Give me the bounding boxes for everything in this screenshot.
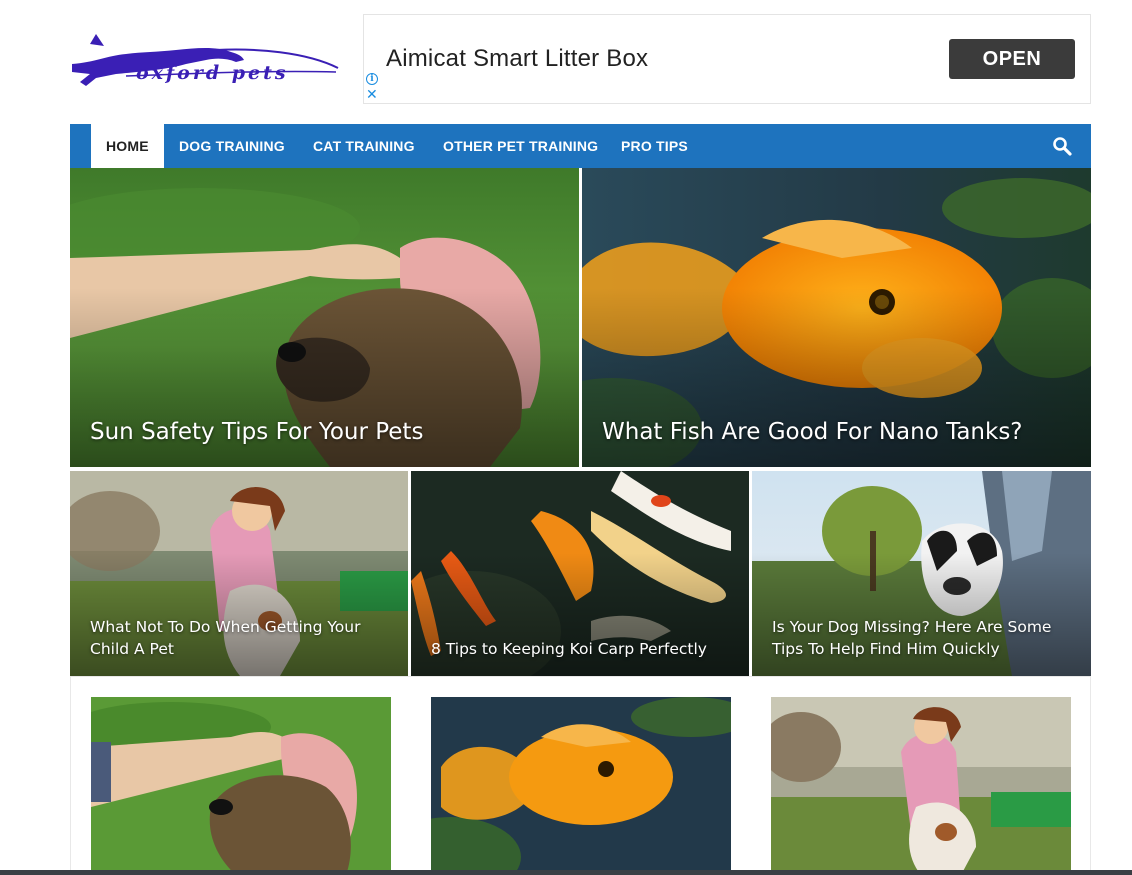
featured-post-sun-safety[interactable]: Sun Safety Tips For Your Pets [70, 168, 579, 467]
logo-text: oxford pets [136, 62, 289, 84]
bottom-scroll-bar [0, 870, 1132, 875]
dog-with-cap-photo [91, 697, 391, 875]
site-logo[interactable]: oxford pets [66, 28, 346, 92]
featured-post-child-pet[interactable]: What Not To Do When Getting Your Child A… [70, 471, 408, 676]
post-thumbnail[interactable] [91, 697, 391, 875]
post-thumbnail[interactable] [771, 697, 1071, 875]
ad-banner[interactable]: Aimicat Smart Litter Box OPEN i ✕ [363, 14, 1091, 104]
featured-post-dog-missing[interactable]: Is Your Dog Missing? Here Are Some Tips … [752, 471, 1091, 676]
ad-open-button[interactable]: OPEN [949, 39, 1075, 79]
search-icon[interactable] [1052, 136, 1072, 156]
post-title[interactable]: Sun Safety Tips For Your Pets [90, 417, 559, 447]
nav-item-cat-training[interactable]: CAT TRAINING [313, 124, 415, 168]
nav-item-dog-training[interactable]: DOG TRAINING [179, 124, 285, 168]
nav-item-pro-tips[interactable]: PRO TIPS [621, 124, 688, 168]
post-title[interactable]: What Not To Do When Getting Your Child A… [90, 616, 390, 660]
nav-item-home[interactable]: HOME [91, 124, 164, 168]
post-thumbnail[interactable] [431, 697, 731, 875]
post-title[interactable]: Is Your Dog Missing? Here Are Some Tips … [772, 616, 1073, 660]
ad-title[interactable]: Aimicat Smart Litter Box [386, 45, 648, 73]
close-icon[interactable]: ✕ [366, 88, 378, 102]
main-nav: HOME DOG TRAINING CAT TRAINING OTHER PET… [70, 124, 1091, 168]
goldfish-photo [431, 697, 731, 875]
post-title[interactable]: What Fish Are Good For Nano Tanks? [602, 417, 1071, 447]
featured-post-nano-tanks[interactable]: What Fish Are Good For Nano Tanks? [582, 168, 1091, 467]
nav-item-other-pet-training[interactable]: OTHER PET TRAINING [443, 124, 598, 168]
featured-post-koi-carp[interactable]: 8 Tips to Keeping Koi Carp Perfectly [411, 471, 749, 676]
girl-with-dog-photo [771, 697, 1071, 875]
post-title[interactable]: 8 Tips to Keeping Koi Carp Perfectly [431, 638, 731, 660]
info-icon[interactable]: i [366, 73, 378, 85]
